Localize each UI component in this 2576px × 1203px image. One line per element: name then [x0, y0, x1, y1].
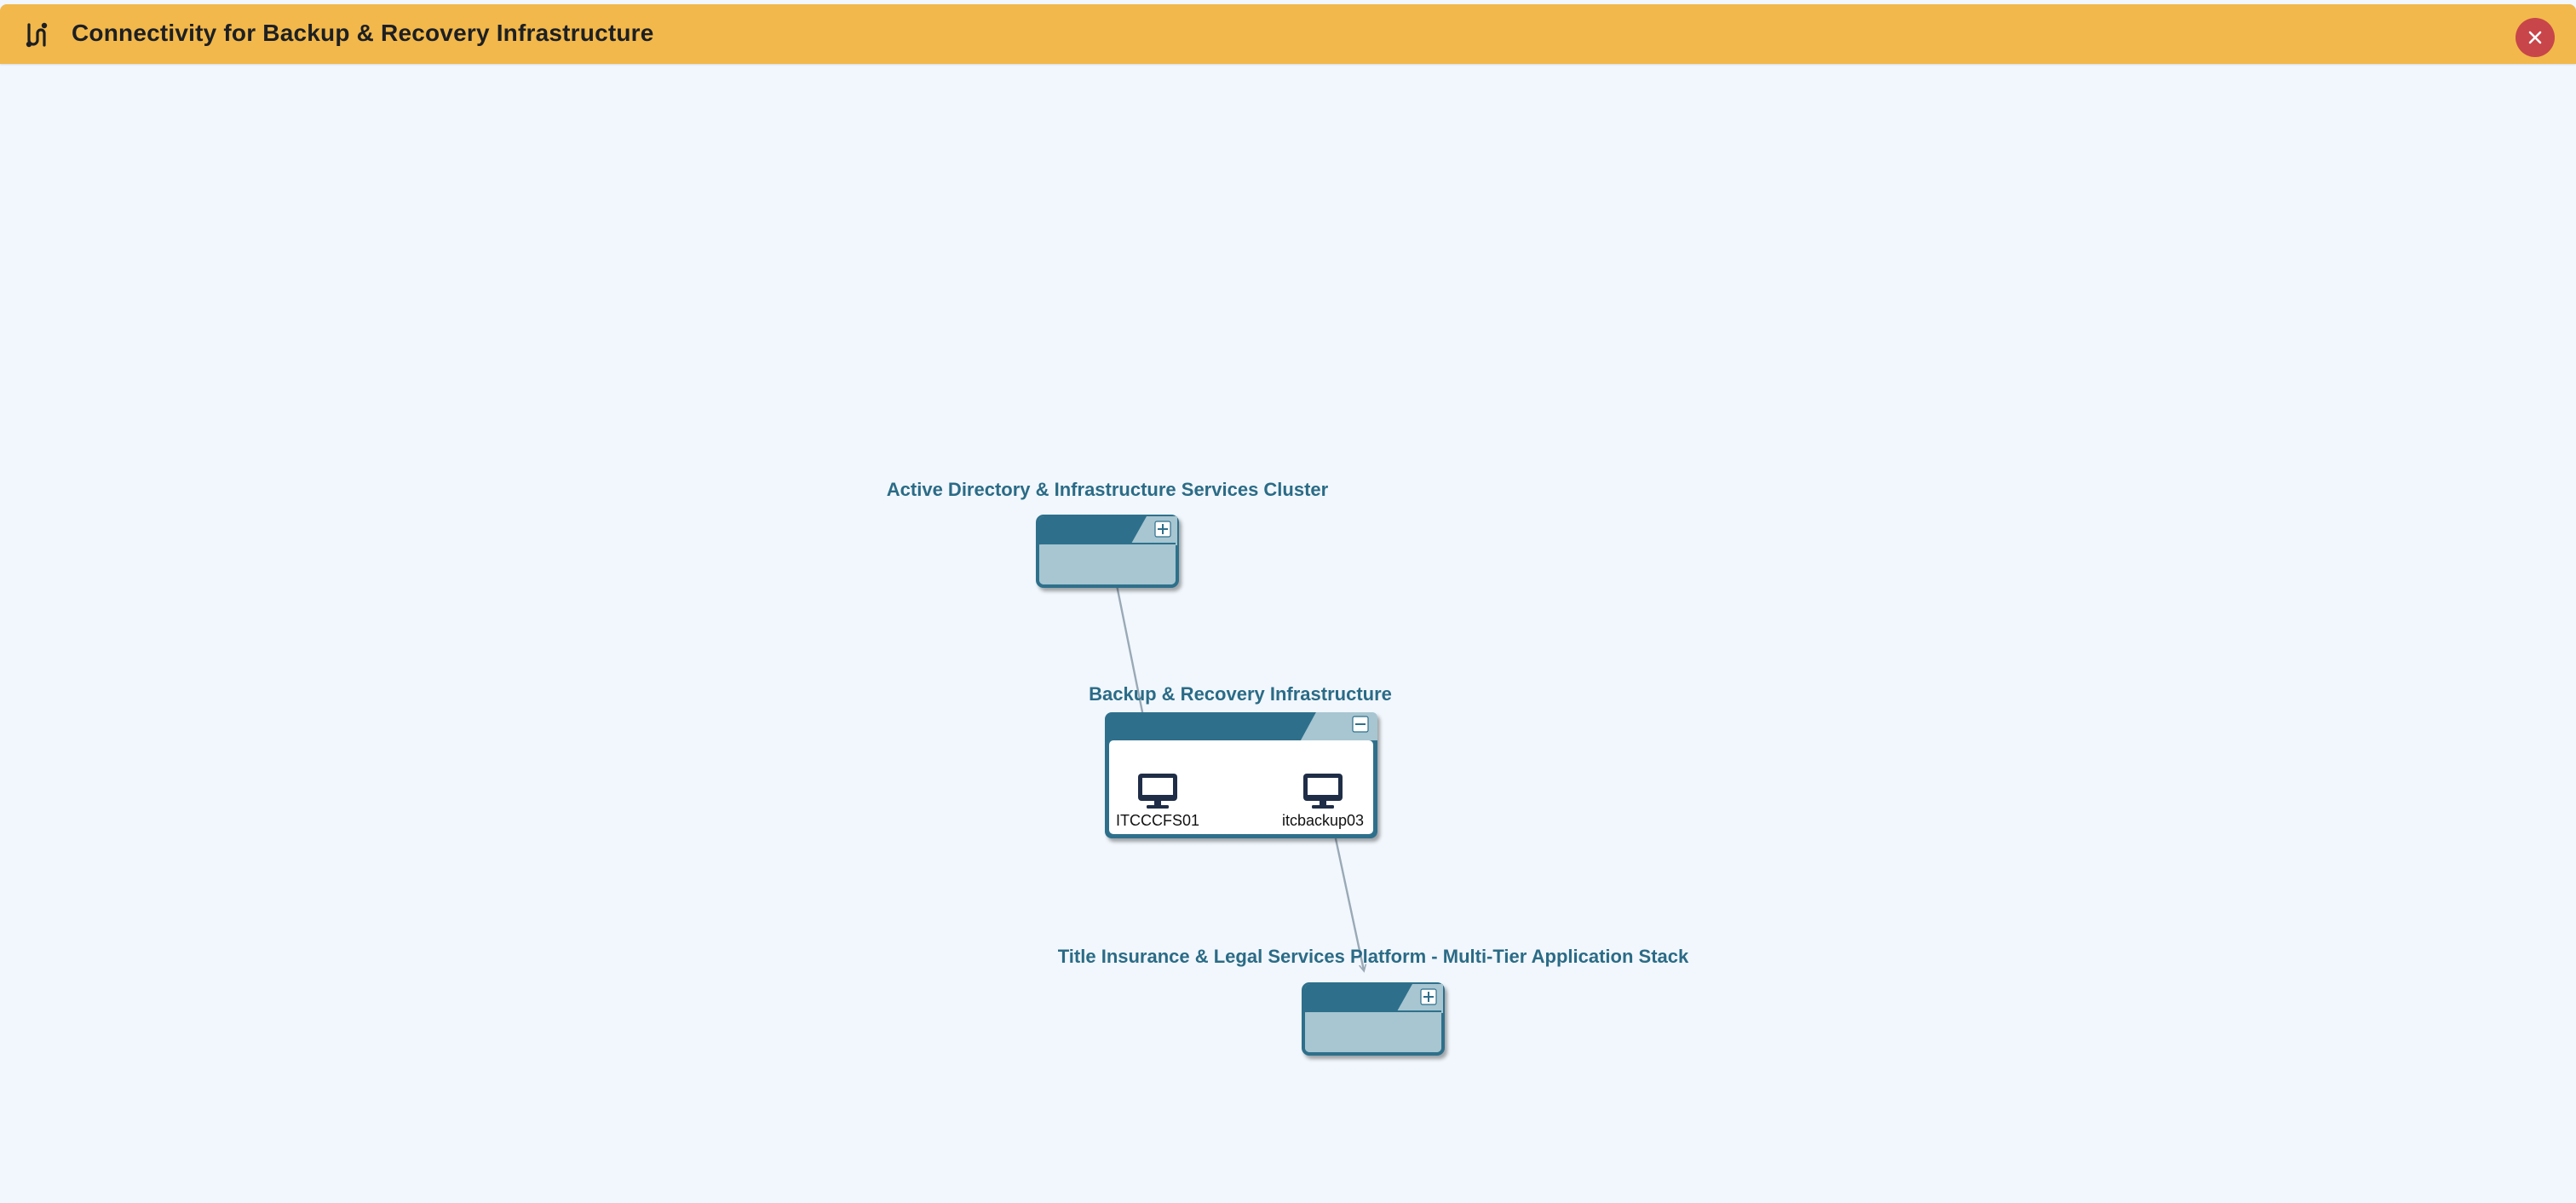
- connectivity-route-icon: [26, 22, 48, 48]
- expand-plus-icon[interactable]: [1420, 988, 1437, 1005]
- collapse-minus-icon[interactable]: [1352, 716, 1369, 733]
- group-label-title-insurance: Title Insurance & Legal Services Platfor…: [1057, 946, 1689, 967]
- node-label-itcbackup03[interactable]: itcbackup03: [1282, 812, 1364, 830]
- window-title: Connectivity for Backup & Recovery Infra…: [72, 20, 654, 46]
- close-button[interactable]: [2516, 18, 2555, 57]
- group-label-backup-recovery: Backup & Recovery Infrastructure: [1089, 683, 1392, 705]
- connectivity-diagram: [1036, 515, 1445, 1056]
- window-titlebar: Connectivity for Backup & Recovery Infra…: [0, 4, 2576, 64]
- diagram-canvas[interactable]: Active Directory & Infrastructure Servic…: [0, 64, 2576, 1203]
- expand-plus-icon[interactable]: [1154, 521, 1171, 538]
- connectivity-window: Connectivity for Backup & Recovery Infra…: [0, 0, 2576, 1203]
- close-icon: [2528, 31, 2542, 44]
- node-label-itcccfs01[interactable]: ITCCCFS01: [1116, 812, 1199, 830]
- group-label-active-directory: Active Directory & Infrastructure Servic…: [886, 479, 1329, 500]
